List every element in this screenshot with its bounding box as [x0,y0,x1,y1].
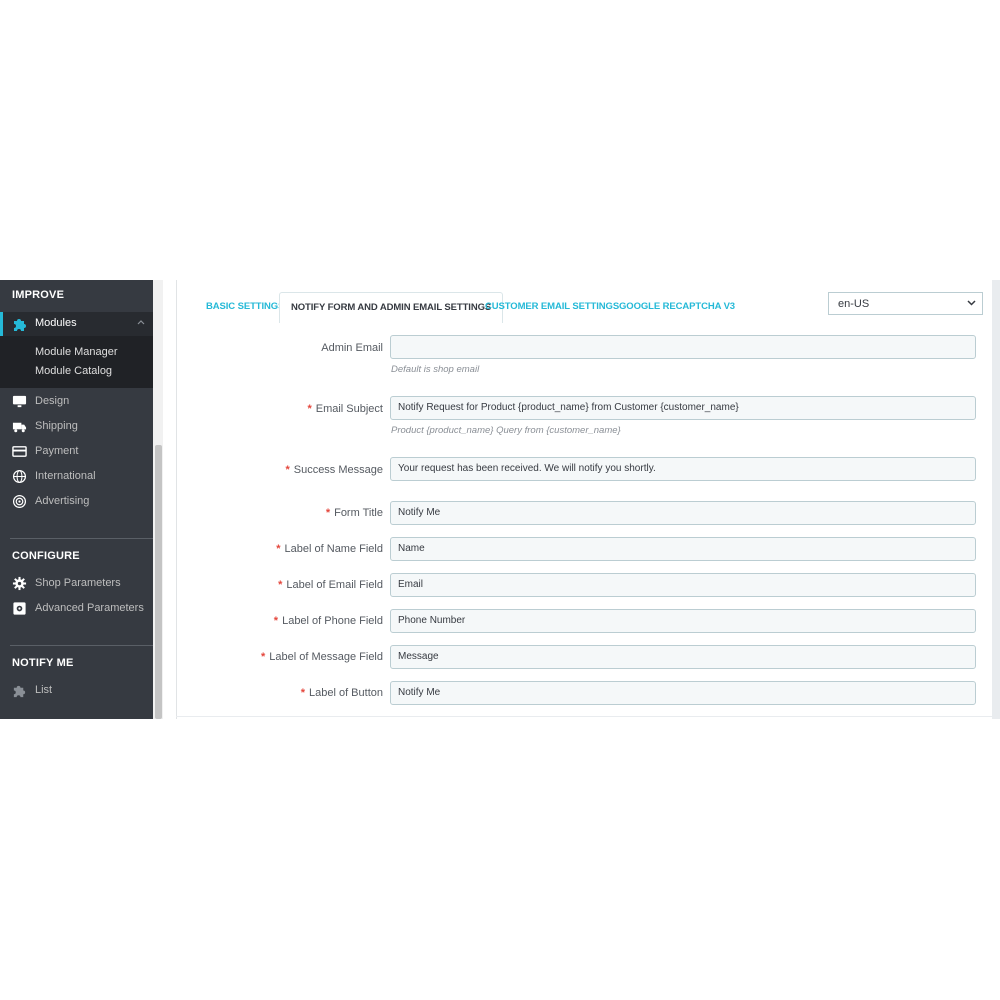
message-field-label: * Label of Message Field [260,651,383,663]
sidebar-item-advanced-parameters[interactable]: Advanced Parameters [0,598,153,620]
sidebar-scrollbar-thumb[interactable] [155,445,162,719]
submenu-item-module-manager[interactable]: Module Manager [35,346,118,358]
language-select[interactable]: en-US [828,292,983,315]
gear-icon [12,576,27,591]
sidebar-item-label: Modules [35,317,77,329]
admin-email-label: Admin Email [321,342,383,354]
email-subject-help: Product {product_name} Query from {custo… [391,425,621,436]
settings-box-icon [13,602,26,615]
required-mark: * [285,464,290,476]
puzzle-icon [14,319,26,331]
sidebar-item-design[interactable]: Design [0,391,153,413]
email-subject-label: * Email Subject [307,403,383,415]
phone-field-input[interactable]: Phone Number [390,609,976,633]
sidebar-item-advertising[interactable]: Advertising [0,491,153,513]
submenu-item-module-catalog[interactable]: Module Catalog [35,365,112,377]
puzzle-icon [13,685,26,698]
chevron-up-icon[interactable] [136,317,146,327]
admin-email-input[interactable] [390,335,976,359]
sidebar-item-label: Payment [35,445,79,457]
tab-google-recaptcha[interactable]: GOOGLE RECAPTCHA V3 [619,292,735,322]
required-mark: * [300,687,305,699]
required-mark: * [276,543,281,555]
sidebar-item-payment[interactable]: Payment [0,441,153,463]
form-title-label: * Form Title [325,507,383,519]
sidebar-item-label: Advanced Parameters [35,602,144,614]
required-mark: * [325,507,331,519]
chevron-down-icon [967,300,976,306]
required-mark: * [260,651,266,663]
sidebar-divider [10,645,153,646]
tab-notify-form-admin-email[interactable]: NOTIFY FORM AND ADMIN EMAIL SETTINGS [279,292,504,323]
sidebar-item-shipping[interactable]: Shipping [0,416,153,438]
button-label-label: * Label of Button [300,687,383,699]
sidebar-item-shop-parameters[interactable]: Shop Parameters [0,573,153,595]
sidebar-item-label: International [35,470,96,482]
target-icon [12,494,27,509]
form-title-input[interactable]: Notify Me [390,501,976,525]
required-mark: * [307,403,312,415]
sidebar-item-label: Advertising [35,495,90,507]
email-subject-input[interactable]: Notify Request for Product {product_name… [390,396,976,420]
truck-icon [12,422,27,433]
panel-left-border [176,280,177,719]
globe-icon [12,469,27,484]
admin-email-help: Default is shop email [391,364,480,375]
sidebar-item-modules[interactable]: Modules [0,312,153,336]
section-title-configure: CONFIGURE [12,550,80,562]
panel-bottom-border [176,716,992,717]
monitor-icon [12,395,27,408]
sidebar-item-list[interactable]: List [0,680,153,702]
sidebar-divider [10,538,153,539]
name-field-input[interactable]: Name [390,537,976,561]
button-label-input[interactable]: Notify Me [390,681,976,705]
page-scrollbar[interactable] [992,280,1000,719]
section-title-improve: IMPROVE [12,289,65,301]
required-mark: * [273,615,279,627]
sidebar-item-label: Shop Parameters [35,577,121,589]
tab-customer-email-settings[interactable]: CUSTOMER EMAIL SETTINGS [485,292,619,322]
active-indicator [0,312,3,336]
sidebar-item-label: Design [35,395,70,407]
message-field-input[interactable]: Message [390,645,976,669]
modules-submenu: Module Manager Module Catalog [0,336,153,388]
sidebar: IMPROVE Modules Module Manager Module Ca… [0,280,153,719]
sidebar-item-label: List [35,684,53,696]
tab-basic-settings[interactable]: BASIC SETTINGS [206,292,284,322]
credit-card-icon [12,446,27,457]
email-field-label: * Label of Email Field [278,579,383,591]
sidebar-item-label: Shipping [35,420,78,432]
app-frame: IMPROVE Modules Module Manager Module Ca… [0,280,1000,719]
phone-field-label: * Label of Phone Field [273,615,383,627]
email-field-input[interactable]: Email [390,573,976,597]
sidebar-item-international[interactable]: International [0,466,153,488]
section-title-notify-me: NOTIFY ME [12,657,74,669]
name-field-label: * Label of Name Field [276,543,383,555]
language-select-value: en-US [838,298,870,310]
required-mark: * [278,579,283,591]
success-message-label: * Success Message [285,464,383,476]
success-message-input[interactable]: Your request has been received. We will … [390,457,976,481]
